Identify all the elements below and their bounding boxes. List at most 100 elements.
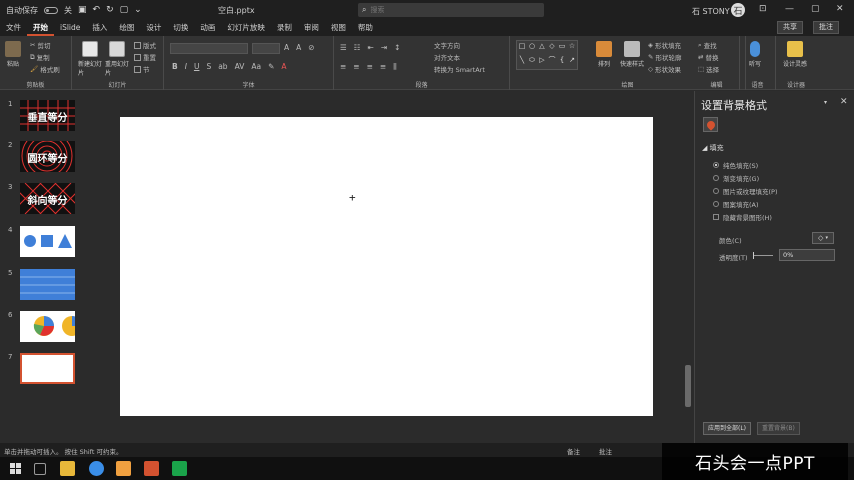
app-l-icon[interactable] — [89, 461, 104, 476]
shadow-icon[interactable]: ab — [218, 62, 227, 71]
slide-canvas[interactable]: + — [120, 117, 653, 416]
justify-icon[interactable]: ≡ — [380, 62, 386, 72]
close-button[interactable]: ✕ — [836, 4, 844, 14]
decrease-indent-icon[interactable]: ⇤ — [367, 43, 373, 52]
tab-islide[interactable]: iSlide — [54, 20, 86, 36]
find-button[interactable]: ⌕ 查找 — [698, 40, 717, 51]
shape-effects-button[interactable]: ◇ 形状效果 — [648, 64, 681, 74]
tab-home[interactable]: 开始 — [27, 20, 54, 36]
quick-styles-button[interactable]: 快速样式 — [618, 41, 646, 68]
slide-thumbnail-2[interactable]: 圆环等分 — [20, 141, 75, 172]
reset-button[interactable]: 重置 — [134, 52, 156, 62]
strikethrough-icon[interactable]: S — [206, 62, 211, 71]
thumbnail-scrollbar[interactable] — [81, 93, 87, 439]
start-presentation-icon[interactable]: ▢ — [120, 5, 129, 15]
undo-icon[interactable]: ↶ — [93, 5, 101, 15]
numbering-icon[interactable]: ☷ — [354, 43, 361, 52]
pattern-fill-radio[interactable] — [713, 201, 719, 207]
shape-outline-button[interactable]: ✎ 形状轮廓 — [648, 52, 681, 62]
layout-button[interactable]: 版式 — [134, 40, 156, 50]
powerpoint-taskbar-icon[interactable] — [144, 461, 159, 476]
slide-thumbnail-6[interactable] — [20, 311, 75, 342]
minimize-button[interactable]: — — [785, 4, 794, 14]
bold-icon[interactable]: B — [172, 62, 178, 71]
fill-tab-icon[interactable] — [703, 117, 718, 132]
tab-slideshow[interactable]: 幻灯片放映 — [221, 20, 271, 36]
select-button[interactable]: ⬚ 选择 — [698, 64, 719, 74]
cut-button[interactable]: ✂ 剪切 — [30, 40, 50, 50]
file-explorer-icon[interactable] — [60, 461, 75, 476]
font-size-select[interactable] — [252, 43, 280, 54]
text-direction-button[interactable]: 文字方向 — [434, 40, 460, 50]
align-text-button[interactable]: 对齐文本 — [434, 52, 460, 62]
change-case-icon[interactable]: Aa — [251, 62, 261, 71]
slide-thumbnail-4[interactable] — [20, 226, 75, 257]
reset-background-button[interactable]: 重置背景(B) — [757, 422, 800, 435]
shrink-font-icon[interactable]: A — [296, 43, 301, 52]
slide-thumbnail-5[interactable] — [20, 269, 75, 300]
reuse-slides-button[interactable]: 重用幻灯片 — [105, 41, 129, 77]
char-spacing-icon[interactable]: AV — [235, 62, 245, 71]
font-color-icon[interactable]: A — [281, 62, 286, 71]
dictate-button[interactable]: 听写 — [749, 41, 761, 68]
clear-format-icon[interactable]: ⊘ — [308, 43, 314, 52]
arrange-button[interactable]: 排列 — [592, 41, 616, 68]
color-picker-button[interactable]: ◇ ▾ — [812, 232, 834, 244]
task-view-icon[interactable] — [34, 463, 46, 475]
align-center-icon[interactable]: ≡ — [353, 62, 359, 72]
shape-fill-button[interactable]: ◈ 形状填充 — [648, 40, 681, 50]
transparency-slider[interactable] — [753, 252, 773, 259]
notes-button[interactable]: 备注 — [567, 446, 580, 456]
hide-graphics-option[interactable]: 隐藏背景图形(H) — [713, 212, 772, 222]
copy-button[interactable]: ⧉ 复制 — [30, 52, 50, 63]
app-orange-icon[interactable] — [116, 461, 131, 476]
comments-button[interactable]: 批注 — [599, 446, 612, 456]
gradient-fill-radio[interactable] — [713, 175, 719, 181]
share-button[interactable]: 共享 — [777, 21, 803, 34]
search-box[interactable]: ⌕ — [358, 3, 544, 17]
tab-file[interactable]: 文件 — [0, 20, 27, 36]
customize-qa-icon[interactable]: ⌄ — [134, 5, 142, 15]
picture-fill-option[interactable]: 图片或纹理填充(P) — [713, 186, 778, 196]
tab-animations[interactable]: 动画 — [194, 20, 221, 36]
maximize-button[interactable]: ▢ — [811, 4, 820, 14]
smartart-button[interactable]: 转换为 SmartArt — [434, 64, 485, 74]
tab-help[interactable]: 帮助 — [352, 20, 379, 36]
section-button[interactable]: 节 — [134, 64, 150, 74]
line-spacing-icon[interactable]: ↕ — [394, 43, 400, 52]
fill-section-header[interactable]: ◢ 填充 — [702, 143, 724, 153]
slide-thumbnail-1[interactable]: 垂直等分 — [20, 100, 75, 131]
redo-icon[interactable]: ↻ — [106, 5, 114, 15]
picture-fill-radio[interactable] — [713, 188, 719, 194]
slide-thumbnail-7-selected[interactable] — [20, 353, 75, 384]
apply-to-all-button[interactable]: 应用到全部(L) — [703, 422, 752, 435]
tab-draw[interactable]: 绘图 — [113, 20, 140, 36]
canvas-scroll-thumb[interactable] — [685, 365, 691, 407]
tab-design[interactable]: 设计 — [140, 20, 167, 36]
underline-icon[interactable]: U — [194, 62, 200, 71]
tab-view[interactable]: 视图 — [325, 20, 352, 36]
search-input[interactable] — [370, 6, 521, 14]
italic-icon[interactable]: I — [185, 62, 187, 71]
new-slide-button[interactable]: 新建幻灯片 — [78, 41, 102, 77]
columns-icon[interactable]: ⫼ — [393, 62, 396, 72]
grow-font-icon[interactable]: A — [284, 43, 289, 52]
pane-close-icon[interactable]: ✕ — [840, 97, 848, 107]
windows-start-icon[interactable] — [10, 463, 21, 474]
pattern-fill-option[interactable]: 图案填充(A) — [713, 199, 759, 209]
replace-button[interactable]: ⇄ 替换 — [698, 52, 718, 62]
tab-record[interactable]: 录制 — [271, 20, 298, 36]
comment-button[interactable]: 批注 — [813, 21, 839, 34]
autosave-toggle[interactable] — [44, 6, 58, 14]
user-name[interactable]: 石 STONY — [692, 6, 730, 17]
transparency-input[interactable]: 0% — [779, 249, 835, 261]
font-name-select[interactable] — [170, 43, 248, 54]
solid-fill-option[interactable]: 纯色填充(S) — [713, 160, 758, 170]
highlight-icon[interactable]: ✎ — [268, 62, 274, 71]
align-right-icon[interactable]: ≡ — [367, 62, 373, 72]
increase-indent-icon[interactable]: ⇥ — [381, 43, 387, 52]
align-left-icon[interactable]: ≡ — [340, 62, 346, 72]
design-ideas-button[interactable]: 设计灵感 — [782, 41, 808, 68]
pane-options-icon[interactable]: ▾ — [824, 99, 827, 106]
avatar[interactable]: 石 — [731, 3, 745, 17]
